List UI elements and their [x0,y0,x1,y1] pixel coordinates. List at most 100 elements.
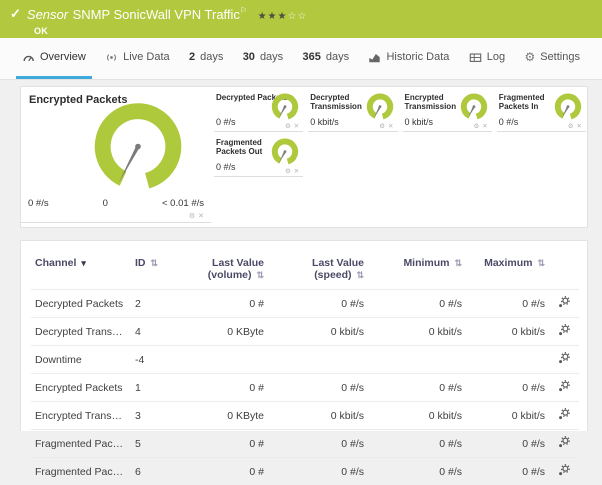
edit-channel-icon [558,324,570,336]
gauge-settings-icon[interactable]: ⚙ [568,122,574,130]
channel-edit-button[interactable] [549,430,579,458]
gauge-settings-icon[interactable]: ⚙ [285,122,291,130]
gauge-close-icon[interactable]: ✕ [198,212,204,220]
channel-row: Decrypted Packets 2 0 # 0 #/s 0 #/s 0 #/… [31,290,579,318]
edit-channel-icon [558,436,570,448]
channel-last-value-volume: 0 # [173,458,268,485]
channel-minimum: 0 kbit/s [368,318,466,346]
channel-last-value-speed: 0 #/s [268,290,368,318]
gauge-icon [22,51,35,64]
tab-30-days[interactable]: 30 days [237,38,290,79]
gauge-settings-icon[interactable]: ⚙ [379,122,385,130]
status-check-icon: ✓ [10,6,21,21]
gauge-close-icon[interactable]: ✕ [482,122,487,130]
channel-maximum: 0 #/s [466,290,549,318]
channel-maximum: 0 kbit/s [466,318,549,346]
channel-name: Fragmented Packe... [31,458,131,485]
tab-log[interactable]: Log [463,38,511,79]
sort-icon: ⇅ [537,258,545,268]
tab-overview[interactable]: Overview [16,38,92,79]
channel-minimum [368,346,466,374]
channel-edit-button[interactable] [549,374,579,402]
channel-maximum: 0 #/s [466,374,549,402]
channel-last-value-volume: 0 # [173,430,268,458]
channel-row: Decrypted Transmi... 4 0 KByte 0 kbit/s … [31,318,579,346]
sensor-overview-page: ✓ Sensor SNMP SonicWall VPN Traffic⚐ ★★★… [0,0,602,431]
channel-edit-button[interactable] [549,346,579,374]
channel-name: Downtime [31,346,131,374]
tab-number: 2 [189,51,195,63]
priority-stars[interactable]: ★★★☆☆ [258,11,308,22]
main-gauge-card[interactable]: Encrypted Packets 0 #/s 0 < 0.01 #/s ⚙ ✕ [21,87,211,223]
gauge-close-icon[interactable]: ✕ [294,167,299,175]
edit-channel-icon [558,408,570,420]
mini-gauge-card[interactable]: Decrypted Packets 0 #/s ⚙ ✕ [214,90,303,132]
column-header-last-value-volume[interactable]: Last Value (volume) ⇅ [173,247,268,290]
channel-name: Encrypted Transmi... [31,402,131,430]
gauge-settings-icon[interactable]: ⚙ [189,212,195,220]
sort-icon: ⇅ [356,270,364,280]
column-header-id[interactable]: ID ⇅ [131,247,173,290]
channel-row: Fragmented Packe... 6 0 # 0 #/s 0 #/s 0 … [31,458,579,485]
historic-data-icon [368,51,381,64]
stars-filled[interactable]: ★★★ [258,11,288,22]
edit-channel-icon [558,464,570,476]
tab-365-days[interactable]: 365 days [297,38,356,79]
channel-name: Decrypted Packets [31,290,131,318]
channel-id: 5 [131,430,173,458]
channel-name: Decrypted Transmi... [31,318,131,346]
sort-icon: ⇅ [256,270,264,280]
channel-row: Fragmented Packe... 5 0 # 0 #/s 0 #/s 0 … [31,430,579,458]
channel-last-value-speed: 0 #/s [268,374,368,402]
gauge-close-icon[interactable]: ✕ [294,122,299,130]
mini-gauge-card[interactable]: Decrypted Transmission 0 kbit/s ⚙ ✕ [308,90,397,132]
gauge-close-icon[interactable]: ✕ [388,122,393,130]
column-header-last-value-speed[interactable]: Last Value (speed) ⇅ [268,247,368,290]
channel-edit-button[interactable] [549,402,579,430]
channel-edit-button[interactable] [549,290,579,318]
channel-minimum: 0 #/s [368,458,466,485]
channels-table-panel: Channel ▾ ID ⇅ Last Value (volume) ⇅ Las… [20,240,588,431]
gauge-min-label: 0 #/s [28,198,49,209]
mini-gauge-card[interactable]: Encrypted Transmission 0 kbit/s ⚙ ✕ [403,90,492,132]
channel-minimum: 0 #/s [368,290,466,318]
edit-channel-icon [558,380,570,392]
tab-bar: Overview Live Data 2 days 30 days 365 da… [0,38,602,80]
mini-gauge-card[interactable]: Fragmented Packets In 0 #/s ⚙ ✕ [497,90,586,132]
mini-gauge-value: 0 kbit/s [310,117,339,127]
channel-edit-button[interactable] [549,318,579,346]
tab-label: Historic Data [386,51,449,63]
tab-label: days [260,51,283,63]
channel-id: 3 [131,402,173,430]
settings-icon: ⚙ [524,51,535,63]
column-header-channel[interactable]: Channel ▾ [31,247,131,290]
mini-gauge-value: 0 #/s [216,117,236,127]
sensor-kind-label: Sensor [27,7,68,22]
gauge-settings-icon[interactable]: ⚙ [473,122,479,130]
channel-edit-button[interactable] [549,458,579,485]
gauge-max-label: < 0.01 #/s [162,198,204,209]
mini-gauge-value: 0 #/s [499,117,519,127]
channel-minimum: 0 #/s [368,374,466,402]
channel-id: 1 [131,374,173,402]
channel-minimum: 0 #/s [368,430,466,458]
tab-historic-data[interactable]: Historic Data [362,38,455,79]
gauge-close-icon[interactable]: ✕ [577,122,582,130]
gauge-settings-icon[interactable]: ⚙ [285,167,291,175]
gauges-panel: Encrypted Packets 0 #/s 0 < 0.01 #/s ⚙ ✕… [20,86,588,228]
sorted-desc-icon: ▾ [81,258,86,268]
channel-last-value-speed: 0 #/s [268,458,368,485]
tab-2-days[interactable]: 2 days [183,38,229,79]
tab-label: days [326,51,349,63]
column-header-minimum[interactable]: Minimum ⇅ [368,247,466,290]
stars-empty[interactable]: ☆☆ [287,11,307,22]
column-header-maximum[interactable]: Maximum ⇅ [466,247,549,290]
tab-label: Settings [540,51,580,63]
channel-name: Fragmented Packe... [31,430,131,458]
channel-last-value-volume: 0 # [173,290,268,318]
mini-gauge-card[interactable]: Fragmented Packets Out 0 #/s ⚙ ✕ [214,135,303,177]
mini-gauge-grid: Decrypted Packets 0 #/s ⚙ ✕ Decrypted Tr… [214,90,586,177]
tab-live-data[interactable]: Live Data [99,38,175,79]
tab-settings[interactable]: ⚙ Settings [518,38,586,79]
tab-label: Log [487,51,505,63]
